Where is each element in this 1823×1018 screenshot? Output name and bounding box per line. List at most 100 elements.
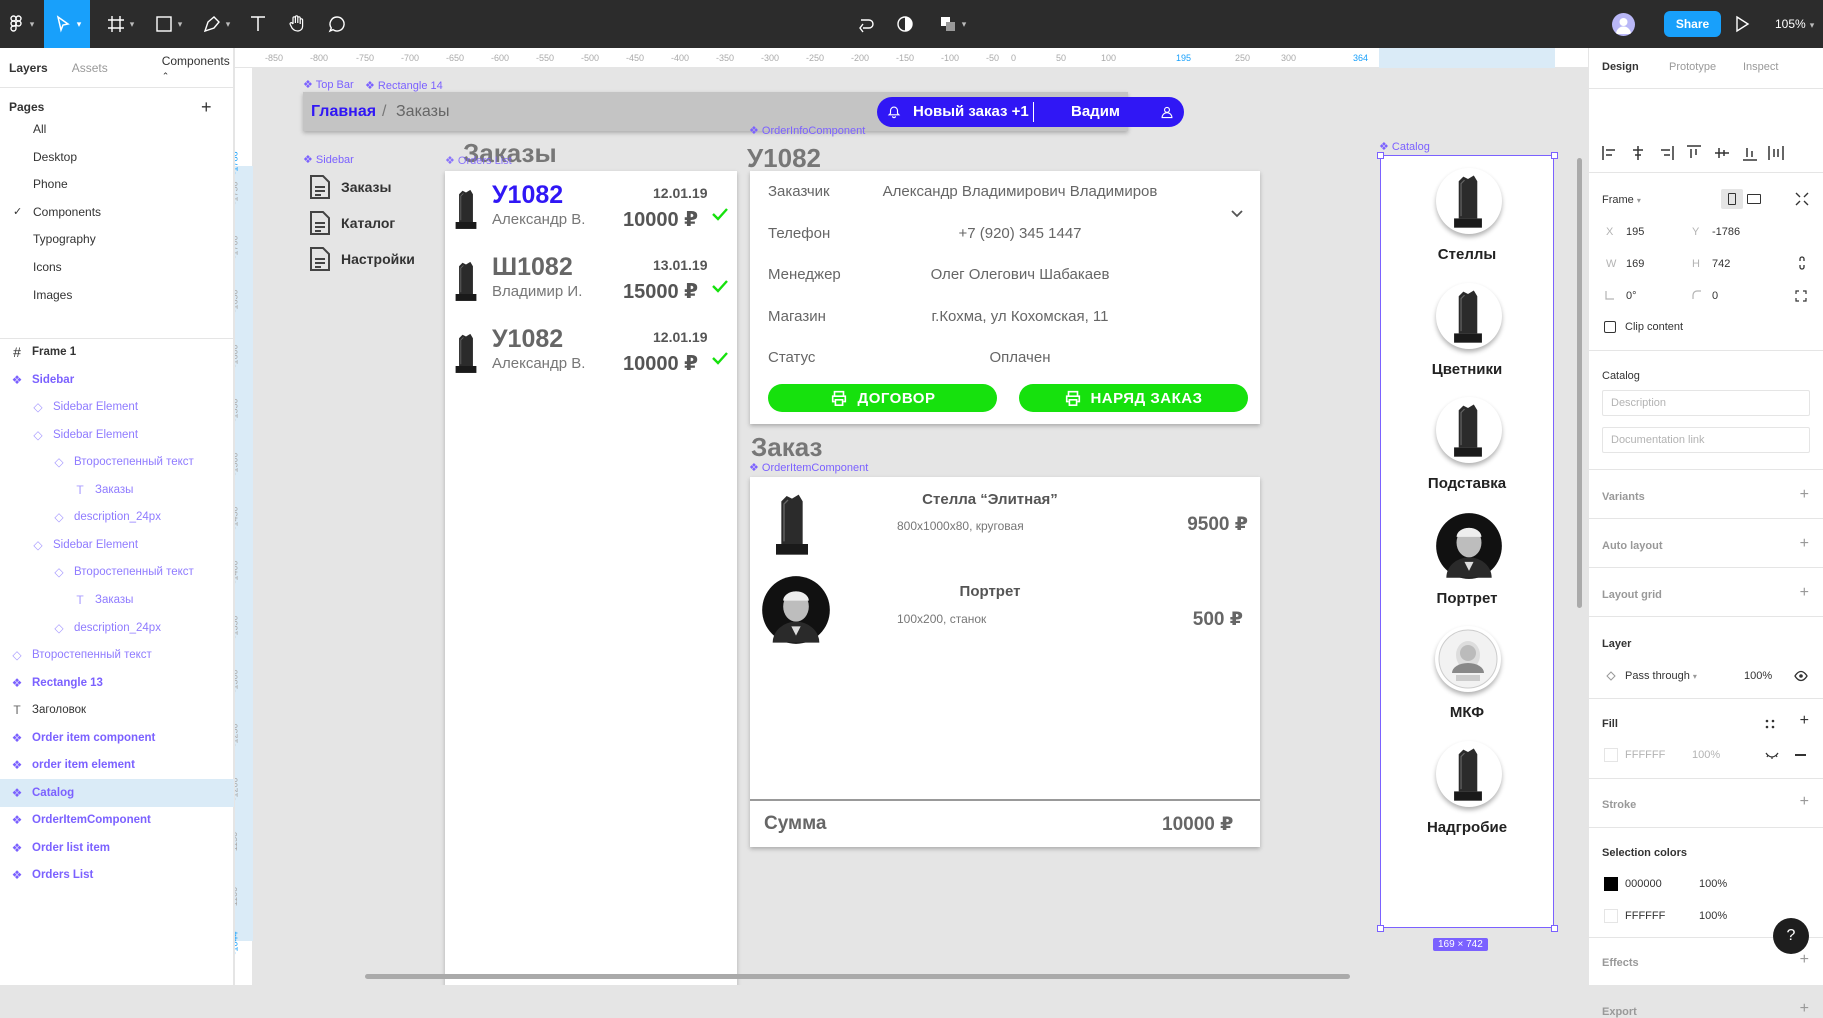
align-bottom-icon[interactable] (1741, 144, 1759, 162)
main-menu-button[interactable]: ▾ (0, 0, 40, 48)
layer-row[interactable]: ❖ Order list item (0, 834, 234, 862)
catalog-item[interactable]: МКФ (1381, 626, 1553, 726)
catalog-item[interactable]: Надгробие (1381, 740, 1553, 841)
horizontal-scrollbar[interactable] (365, 974, 1350, 979)
breadcrumb-home[interactable]: Главная (311, 103, 376, 121)
page-item[interactable]: Typography (33, 232, 96, 246)
shape-tool-button[interactable]: ▾ (148, 0, 188, 48)
order-item-label[interactable]: ❖ OrderItemComponent (749, 461, 868, 474)
catalog-item[interactable]: Стеллы (1381, 168, 1553, 268)
add-layout-grid-icon[interactable]: + (1800, 584, 1809, 602)
layer-row[interactable]: ❖ OrderItemComponent (0, 806, 234, 834)
resize-handle[interactable] (1551, 925, 1558, 932)
hand-tool-button[interactable] (282, 0, 312, 48)
new-order-button[interactable]: Новый заказ +1 (913, 103, 1029, 120)
layer-row[interactable]: ◇ description_24px (0, 614, 234, 642)
tab-design[interactable]: Design (1602, 61, 1639, 73)
layer-row[interactable]: ◇ Второстепенный текст (0, 641, 234, 669)
pen-tool-button[interactable]: ▾ (196, 0, 236, 48)
add-variant-icon[interactable]: + (1800, 486, 1809, 504)
layer-row[interactable]: # Frame 1 (0, 338, 234, 366)
frame-tool-button[interactable]: ▾ (100, 0, 140, 48)
vertical-scrollbar[interactable] (1577, 158, 1582, 608)
zoom-level[interactable]: 105% ▾ (1775, 17, 1814, 31)
layer-opacity-input[interactable]: 100% (1744, 670, 1772, 682)
order-item-row[interactable]: Стелла “Элитная” 800x1000x80, круговая 950… (750, 477, 1260, 563)
bell-icon[interactable] (887, 105, 901, 119)
layer-row[interactable]: ◇ Sidebar Element (0, 421, 234, 449)
order-info-label[interactable]: ❖ OrderInfoComponent (749, 124, 865, 137)
color-swatch[interactable] (1604, 877, 1618, 891)
w-input[interactable]: 169 (1626, 258, 1644, 270)
description-input[interactable]: Description (1602, 390, 1810, 416)
page-item[interactable]: Icons (33, 260, 62, 274)
move-tool-button[interactable]: ▾ (44, 0, 90, 48)
page-item[interactable]: ✓ Components (13, 205, 101, 219)
comment-tool-button[interactable] (322, 0, 352, 48)
canvas[interactable]: -850 -800 -750 -700 -650 -600 -550 -500 -450 -400… (235, 48, 1588, 985)
eye-closed-icon[interactable] (1765, 750, 1779, 760)
top-bar-label[interactable]: ❖ Top Bar (303, 78, 354, 91)
tab-inspect[interactable]: Inspect (1743, 61, 1778, 73)
rect14-label[interactable]: ❖ Rectangle 14 (365, 79, 443, 92)
catalog-item[interactable]: Подставка (1381, 397, 1553, 497)
tab-layers[interactable]: Layers (9, 61, 48, 75)
layer-row[interactable]: ❖ Orders List (0, 861, 234, 889)
layer-row[interactable]: ❖ Sidebar (0, 366, 234, 394)
layer-row[interactable]: ❖ Rectangle 13 (0, 669, 234, 697)
eye-icon[interactable] (1794, 670, 1808, 682)
order-list-item[interactable]: У1082 Александр В. 12.01.19 10000 ₽ (445, 179, 737, 245)
page-item[interactable]: Phone (33, 177, 68, 191)
resize-to-fit-icon[interactable] (1795, 192, 1809, 206)
add-export-icon[interactable]: + (1800, 1000, 1809, 1018)
present-button[interactable] (1730, 0, 1754, 48)
contract-button[interactable]: ДОГОВОР (768, 384, 997, 412)
person-icon[interactable] (1160, 105, 1174, 119)
chevron-down-icon[interactable] (1230, 209, 1244, 219)
page-item[interactable]: Images (33, 288, 72, 302)
selection-color-row[interactable]: 000000 100% (1589, 877, 1823, 897)
mask-button[interactable] (890, 0, 920, 48)
corner-radius-input[interactable]: 0 (1712, 290, 1718, 302)
catalog-frame[interactable]: Стеллы Цветники Подставка Портрет МКФ Надгроб… (1380, 155, 1554, 928)
portrait-toggle[interactable] (1721, 189, 1743, 209)
align-left-icon[interactable] (1601, 144, 1619, 162)
orders-list-label[interactable]: ❖ Orders List (445, 154, 512, 167)
layer-row[interactable]: T Заказы (0, 586, 234, 614)
sidebar-item[interactable]: Каталог (309, 208, 395, 238)
tab-assets[interactable]: Assets (72, 61, 108, 75)
order-item-row[interactable]: Портрет 100x200, станок 500 ₽ (750, 563, 1260, 649)
tab-components[interactable]: Components ⌃ (162, 54, 230, 82)
clip-content-checkbox[interactable] (1604, 321, 1616, 333)
layer-row[interactable]: ◇ Sidebar Element (0, 531, 234, 559)
help-button[interactable]: ? (1773, 918, 1809, 954)
layer-row[interactable]: T Заголовок (0, 696, 234, 724)
add-page-icon[interactable]: + (201, 97, 212, 118)
layer-row[interactable]: ❖ Order item component (0, 724, 234, 752)
layer-row[interactable]: ◇ Второстепенный текст (0, 448, 234, 476)
frame-preset-dropdown[interactable]: Frame ▾ (1602, 194, 1641, 206)
share-button[interactable]: Share (1664, 11, 1721, 37)
tab-prototype[interactable]: Prototype (1669, 61, 1716, 73)
align-vertical-center-icon[interactable] (1713, 144, 1731, 162)
layer-row[interactable]: ◇ Sidebar Element (0, 393, 234, 421)
catalog-label[interactable]: ❖ Catalog (1379, 140, 1430, 153)
add-auto-layout-icon[interactable]: + (1800, 535, 1809, 553)
text-tool-button[interactable] (244, 0, 272, 48)
distribute-icon[interactable] (1767, 144, 1785, 162)
landscape-icon[interactable] (1747, 194, 1761, 204)
resize-handle[interactable] (1377, 925, 1384, 932)
catalog-item[interactable]: Портрет (1381, 512, 1553, 612)
fill-opacity-input[interactable]: 100% (1692, 749, 1720, 761)
work-order-button[interactable]: НАРЯД ЗАКАЗ (1019, 384, 1248, 412)
remove-fill-icon[interactable] (1795, 754, 1806, 756)
boolean-button[interactable]: ▾ (932, 0, 972, 48)
x-input[interactable]: 195 (1626, 226, 1644, 238)
user-avatar[interactable] (1612, 13, 1635, 36)
y-input[interactable]: -1786 (1712, 226, 1740, 238)
layer-row[interactable]: ❖ Catalog (0, 778, 234, 807)
align-right-icon[interactable] (1657, 144, 1675, 162)
documentation-link-input[interactable]: Documentation link (1602, 427, 1810, 453)
add-stroke-icon[interactable]: + (1800, 793, 1809, 811)
add-fill-icon[interactable]: + (1800, 712, 1809, 730)
